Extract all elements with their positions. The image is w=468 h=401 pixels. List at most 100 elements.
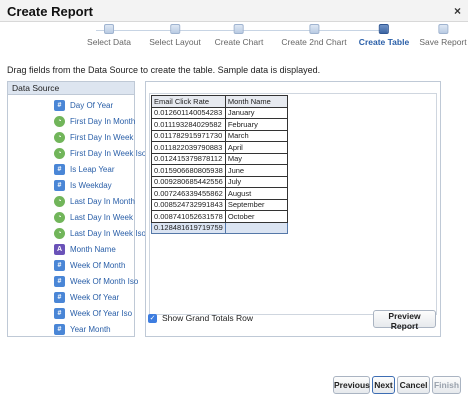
data-source-item-label: First Day In Month [70,116,136,126]
data-source-item-label: Week Of Year Iso [70,308,133,318]
table-cell: March [224,129,288,142]
report-table: Email Click Rate Month Name 0.0126011400… [151,95,288,234]
data-source-item-label: Is Leap Year [70,164,115,174]
wizard-step-label: Save Report [419,37,467,47]
step-marker-icon [169,24,180,34]
wizard-step-select-layout[interactable]: Select Layout [149,24,201,47]
table-row: 0.011822039790883 April [151,141,288,154]
data-source-item-week-of-month[interactable]: # Week Of Month [54,258,125,272]
table-cell: April [224,141,288,154]
data-source-item-year-month[interactable]: # Year Month [54,322,111,336]
table-drop-area[interactable]: Email Click Rate Month Name 0.0126011400… [149,93,437,315]
table-cell: 0.007246339455862 [151,187,226,200]
number-icon: # [54,291,65,303]
table-row: 0.009280685442556 July [151,175,288,188]
data-source-item-last-day-in-week-iso[interactable]: ◔ Last Day In Week Iso [54,226,146,240]
data-source-item-is-leap-year[interactable]: # Is Leap Year [54,162,114,176]
step-marker-icon [103,24,114,34]
data-source-item-label: Is Weekday [70,180,112,190]
data-source-item-month-name[interactable]: A Month Name [54,242,116,256]
date-icon: ◔ [54,131,65,143]
grand-total-cell [224,221,288,234]
table-row: 0.012601140054283 January [151,106,288,119]
wizard-step-label: Create Chart [214,37,264,47]
date-icon: ◔ [54,227,65,239]
data-source-item-last-day-in-month[interactable]: ◔ Last Day In Month [54,194,135,208]
table-row: 0.012415379878112 May [151,152,288,165]
wizard-step-label: Select Data [87,37,131,47]
table-cell: 0.011822039790883 [151,141,226,154]
data-source-item-label: Week Of Year [70,292,120,302]
column-header-email-click-rate[interactable]: Email Click Rate [151,95,226,108]
data-source-item-is-weekday[interactable]: # Is Weekday [54,178,112,192]
wizard-step-select-data[interactable]: Select Data [87,24,131,47]
data-source-item-label: Last Day In Month [70,196,135,206]
table-cell: 0.012415379878112 [151,152,226,165]
data-source-item-label: Last Day In Week Iso [70,228,146,238]
table-row: 0.011782915971730 March [151,129,288,142]
table-cell: May [224,152,288,165]
data-source-item-first-day-in-week[interactable]: ◔ First Day In Week [54,130,133,144]
date-icon: ◔ [54,147,65,159]
table-cell: January [224,106,288,119]
wizard-step-create-2nd-chart[interactable]: Create 2nd Chart [281,24,347,47]
cancel-button[interactable]: Cancel [397,376,430,394]
data-source-item-week-of-year-iso[interactable]: # Week Of Year Iso [54,306,132,320]
table-row: 0.008524732991843 September [151,198,288,211]
table-cell: 0.011193284029582 [151,118,226,131]
wizard-step-save-report[interactable]: Save Report [419,24,467,47]
data-source-panel: Data Source # Day Of Year ◔ First Day In M… [7,81,146,337]
number-icon: # [54,323,65,335]
next-button[interactable]: Next [372,376,395,394]
data-source-item-last-day-in-week[interactable]: ◔ Last Day In Week [54,210,133,224]
wizard-step-label: Create 2nd Chart [281,37,347,47]
table-cell: 0.015906680805938 [151,164,226,177]
data-source-item-week-of-year[interactable]: # Week Of Year [54,290,119,304]
number-icon: # [54,275,65,287]
wizard-step-label: Create Table [358,37,410,47]
grand-totals-label: Show Grand Totals Row [162,313,254,323]
text-icon: A [54,243,65,255]
wizard-step-create-table[interactable]: Create Table [359,24,409,47]
table-cell: February [224,118,288,131]
step-marker-icon [233,24,244,34]
number-icon: # [54,99,65,111]
data-source-header: Data Source [8,82,134,95]
grand-totals-toggle[interactable]: ✓ Show Grand Totals Row [148,313,253,323]
date-icon: ◔ [54,211,65,223]
data-source-item-week-of-month-iso[interactable]: # Week Of Month Iso [54,274,138,288]
table-row: 0.008741052631578 October [151,210,288,223]
date-icon: ◔ [54,195,65,207]
table-cell: October [224,210,288,223]
dialog-title: Create Report [7,4,93,19]
data-source-item-label: Day Of Year [70,100,114,110]
dialog-titlebar: Create Report × [0,0,468,22]
step-marker-icon [378,24,389,34]
data-source-item-day-of-year[interactable]: # Day Of Year [54,98,113,112]
number-icon: # [54,307,65,319]
table-cell: 0.008524732991843 [151,198,226,211]
data-source-item-label: Week Of Month [70,260,126,270]
column-header-month-name[interactable]: Month Name [224,95,288,108]
table-design-panel: Email Click Rate Month Name 0.0126011400… [145,81,441,337]
data-source-item-label: Year Month [70,324,111,334]
checkbox-checked-icon[interactable]: ✓ [148,313,157,323]
boolean-icon: # [54,179,65,191]
data-source-item-first-day-in-month[interactable]: ◔ First Day In Month [54,114,135,128]
preview-report-button[interactable]: Preview Report [373,310,436,331]
data-source-item-label: Week Of Month Iso [70,276,139,286]
table-row: 0.007246339455862 August [151,187,288,200]
finish-button[interactable]: Finish [432,376,461,394]
step-marker-icon [308,24,319,34]
table-cell: 0.009280685442556 [151,175,226,188]
wizard-step-create-chart[interactable]: Create Chart [214,24,264,47]
table-header-row: Email Click Rate Month Name [151,95,288,108]
table-row: 0.011193284029582 February [151,118,288,131]
data-source-item-label: Last Day In Week [70,212,133,222]
step-marker-icon [438,24,448,34]
previous-button[interactable]: Previous [333,376,370,394]
table-cell: 0.011782915971730 [151,129,226,142]
data-source-item-label: Month Name [70,244,116,254]
data-source-item-first-day-in-week-iso[interactable]: ◔ First Day In Week Iso [54,146,146,160]
close-icon[interactable]: × [454,4,461,18]
